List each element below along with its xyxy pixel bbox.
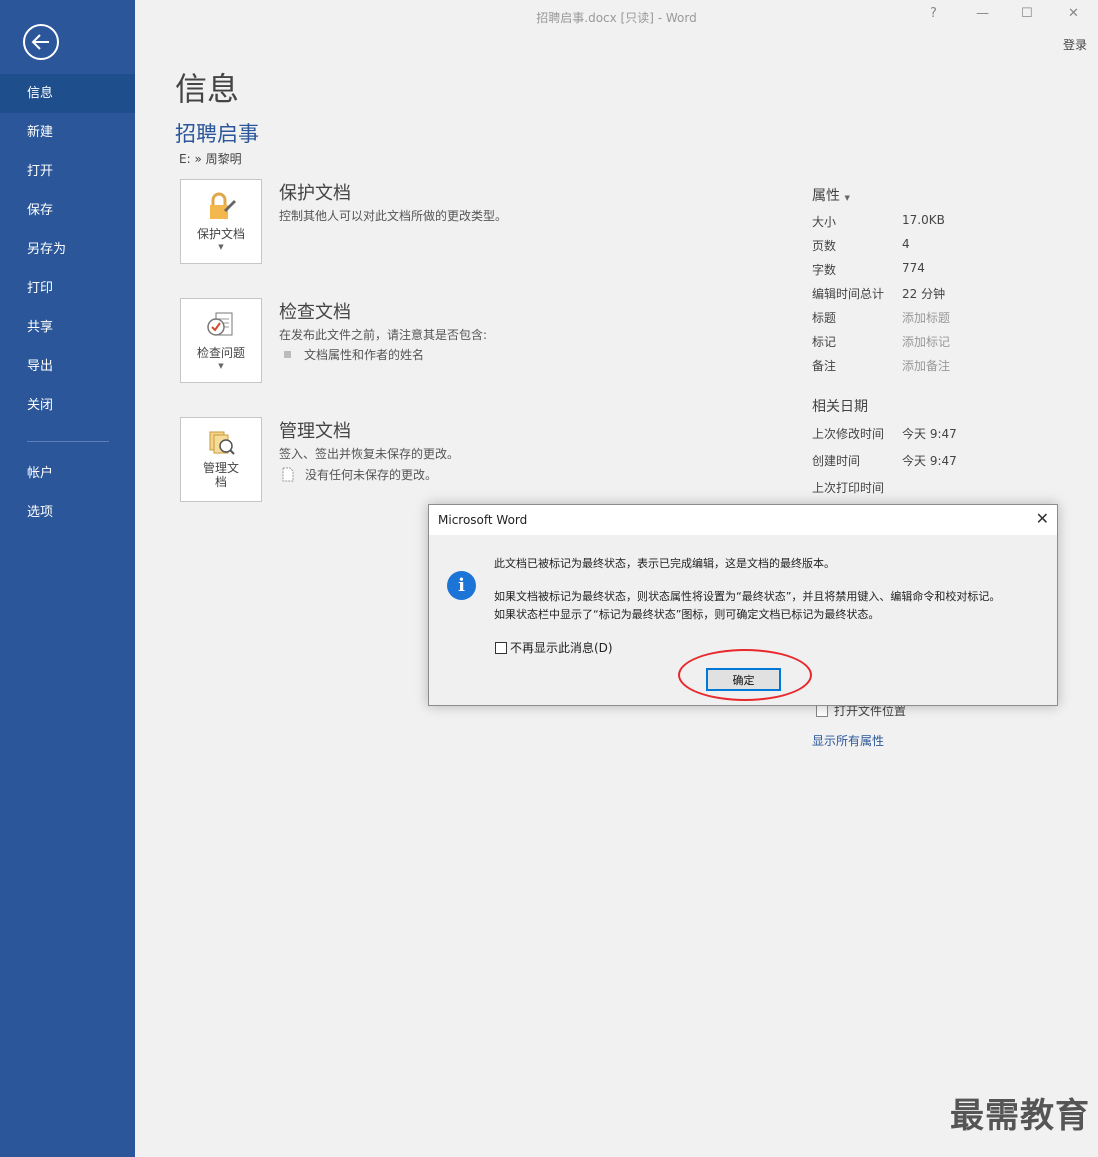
chevron-down-icon: ▼ [218,243,224,251]
nav-item-options[interactable]: 选项 [0,493,135,532]
dialog-message-line1: 此文档已被标记为最终状态，表示已完成编辑，这是文档的最终版本。 [494,557,835,570]
property-key: 标题 [812,311,837,325]
document-path[interactable]: E: » 周黎明 [179,150,242,167]
back-arrow-icon[interactable] [23,24,59,60]
protect-document-heading: 保护文档 [279,183,351,204]
close-window-button[interactable]: ✕ [1068,6,1079,21]
dialog-message-line3: 如果状态栏中显示了“标记为最终状态”图标，则可确定文档已标记为最终状态。 [494,608,880,621]
dialog-title: Microsoft Word [438,513,528,527]
nav-item-export[interactable]: 导出 [0,347,135,386]
inspect-document-bullet: 文档属性和作者的姓名 [284,346,424,363]
mark-as-final-dialog: Microsoft Word ✕ i 此文档已被标记为最终状态，表示已完成编辑，… [428,504,1058,706]
property-comments-field[interactable]: 添加备注 [902,357,950,374]
property-key: 标记 [812,335,837,349]
manage-document-bullet: 没有任何未保存的更改。 [281,466,437,483]
protect-document-button[interactable]: 保护文档 ▼ [180,179,262,264]
date-key: 创建时间 [812,454,861,468]
date-value: 今天 9:47 [902,427,957,441]
dont-show-again-label: 不再显示此消息(D) [510,641,613,655]
date-key: 上次修改时间 [812,427,885,441]
nav-item-share[interactable]: 共享 [0,308,135,347]
check-issues-button[interactable]: 检查问题 ▼ [180,298,262,383]
nav-item-save-as[interactable]: 另存为 [0,230,135,269]
inspect-document-bullet-text: 文档属性和作者的姓名 [304,348,425,362]
help-button[interactable]: ? [930,6,937,21]
document-icon [282,467,294,482]
date-value: 今天 9:47 [902,454,957,468]
dont-show-again-checkbox[interactable]: 不再显示此消息(D) [495,639,613,656]
related-dates-heading: 相关日期 [812,399,868,415]
property-key: 大小 [812,215,837,229]
property-value: 4 [902,237,910,251]
show-all-properties-link[interactable]: 显示所有属性 [812,732,884,749]
nav-item-new[interactable]: 新建 [0,113,135,152]
manage-document-heading: 管理文档 [279,421,351,442]
property-tags-field[interactable]: 添加标记 [902,333,950,350]
minimize-button[interactable]: — [976,6,989,21]
manage-document-bullet-text: 没有任何未保存的更改。 [305,468,438,482]
properties-heading[interactable]: 属性 ▼ [812,185,850,205]
inspect-document-desc: 在发布此文件之前，请注意其是否包含: [279,328,488,342]
info-icon: i [447,571,476,600]
nav-item-info[interactable]: 信息 [0,74,135,113]
nav-item-close[interactable]: 关闭 [0,386,135,425]
property-value: 17.0KB [902,213,945,227]
nav-item-print[interactable]: 打印 [0,269,135,308]
inspect-document-icon [207,312,233,336]
backstage-nav: 信息 新建 打开 保存 另存为 打印 共享 导出 关闭 帐户 选项 [0,74,135,532]
property-key: 页数 [812,239,837,253]
document-title: 招聘启事 [175,122,259,146]
watermark-logo: 最需教育 [950,1096,1090,1136]
protect-document-label: 保护文档 [196,227,245,241]
bullet-square-icon [284,351,291,358]
manage-document-desc: 签入、签出并恢复未保存的更改。 [279,447,460,461]
check-issues-label: 检查问题 [196,346,245,360]
window-title: 招聘启事.docx [只读] - Word [536,11,697,25]
chevron-down-icon: ▼ [218,362,224,370]
nav-item-account[interactable]: 帐户 [0,454,135,493]
folder-icon [816,704,828,717]
property-value: 774 [902,261,925,275]
page-title: 信息 [175,70,240,108]
date-key: 上次打印时间 [812,481,885,495]
property-key: 备注 [812,359,837,373]
nav-divider [27,441,109,442]
dialog-message-line2: 如果文档被标记为最终状态，则状态属性将设置为“最终状态”，并且将禁用键入、编辑命… [494,590,1001,603]
checkbox-box[interactable] [495,641,507,654]
chevron-down-icon: ▼ [844,194,850,202]
protect-document-desc: 控制其他人可以对此文档所做的更改类型。 [279,209,508,223]
property-key: 字数 [812,263,837,277]
dialog-close-icon[interactable]: ✕ [1036,509,1049,528]
property-key: 编辑时间总计 [812,287,885,301]
nav-item-open[interactable]: 打开 [0,152,135,191]
properties-heading-label: 属性 [812,188,840,204]
lock-icon [210,192,236,219]
ok-button[interactable]: 确定 [706,668,781,691]
dialog-titlebar: Microsoft Word ✕ [429,505,1057,535]
maximize-button[interactable]: ☐ [1021,6,1033,21]
inspect-document-heading: 检查文档 [279,302,351,323]
nav-item-save[interactable]: 保存 [0,191,135,230]
manage-document-icon [209,431,235,455]
manage-document-label: 管理文档 [202,461,239,489]
login-link[interactable]: 登录 [1063,36,1087,53]
backstage-sidebar: 信息 新建 打开 保存 另存为 打印 共享 导出 关闭 帐户 选项 [0,0,135,1157]
manage-document-button[interactable]: 管理文档 [180,417,262,502]
property-value: 22 分钟 [902,287,946,301]
property-title-field[interactable]: 添加标题 [902,309,950,326]
